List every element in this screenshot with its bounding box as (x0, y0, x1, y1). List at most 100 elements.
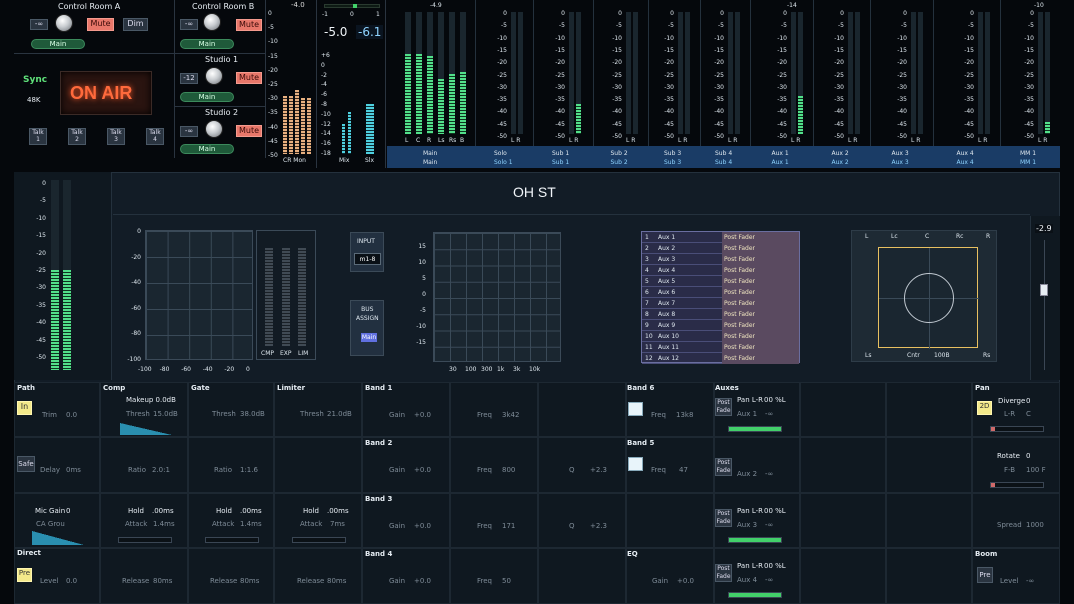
bus-meter-tick: -30 (714, 83, 724, 91)
band-gain-value: +0.0 (414, 411, 431, 419)
aux-post-fade-toggle[interactable]: Post Fade (715, 564, 732, 582)
bus-meter-tick: -35 (834, 96, 844, 104)
fader-handle[interactable] (1040, 284, 1048, 296)
dynamics-x-tick: -100 (138, 366, 152, 373)
control-room-b-main-button[interactable]: Main (180, 39, 234, 49)
aux-send-row[interactable]: 3 Aux 3 Post Fader (642, 254, 799, 265)
bus-meter-tick: -15 (897, 46, 907, 54)
aux-send-row[interactable]: 4 Aux 4 Post Fader (642, 265, 799, 276)
control-room-b-level-button[interactable]: -∞ (180, 19, 198, 30)
control-room-a-knob[interactable] (55, 14, 73, 32)
eq-graph[interactable] (433, 232, 561, 362)
band-q-value: +2.3 (590, 466, 607, 474)
aux-send-value: -∞ (765, 521, 774, 529)
studio-2-main-button[interactable]: Main (180, 144, 234, 154)
cr-mon-tick: -40 (268, 123, 278, 131)
pan-2d-button[interactable]: 2D (977, 401, 992, 415)
aux-send-name: Aux 7 (658, 300, 676, 307)
balance-slider[interactable] (324, 4, 380, 8)
gate-thresh-value: 38.0dB (240, 410, 265, 418)
studio-2-mute-button[interactable]: Mute (236, 125, 262, 137)
channel-meter-right (63, 180, 71, 370)
rotate-slider[interactable] (990, 482, 1044, 488)
aux-send-row[interactable]: 12 Aux 12 Post Fader (642, 353, 799, 364)
rotate-value: 0 (1026, 452, 1031, 460)
studio-1-level-button[interactable]: -12 (180, 73, 198, 84)
auxes-header: Auxes (715, 384, 739, 392)
gate-hold-value: .00ms (240, 507, 262, 515)
band-5-shelf-button[interactable] (628, 457, 643, 471)
limiter-hold-label: Hold (303, 507, 319, 515)
aux-send-row[interactable]: 2 Aux 2 Post Fader (642, 243, 799, 254)
diverge-slider[interactable] (990, 426, 1044, 432)
aux-send-row[interactable]: 9 Aux 9 Post Fader (642, 320, 799, 331)
studio-1-knob[interactable] (205, 67, 223, 85)
pan-label-l: L (865, 233, 869, 240)
mix-slx-top-scale-1: -1 (322, 11, 328, 18)
eq-y-tick: 15 (418, 243, 426, 250)
aux-send-row[interactable]: 1 Aux 1 Post Fader (642, 232, 799, 243)
eq-header: EQ (627, 550, 638, 558)
aux-send-mode: Post Fader (722, 276, 799, 287)
pan-position-circle[interactable] (904, 273, 954, 323)
aux-send-row[interactable]: 11 Aux 11 Post Fader (642, 342, 799, 353)
aux-send-mode: Post Fader (722, 320, 799, 331)
aux-send-row[interactable]: 5 Aux 5 Post Fader (642, 276, 799, 287)
talk-2-button[interactable]: Talk 2 (68, 128, 86, 145)
divider (175, 106, 266, 107)
aux-send-label: Aux 2 (737, 470, 758, 478)
control-room-a-level-button[interactable]: -∞ (30, 19, 48, 30)
studio-1-main-button[interactable]: Main (180, 92, 234, 102)
aux-send-list[interactable]: 1 Aux 1 Post Fader 2 Aux 2 Post Fader 3 Aux 3 Po… (641, 231, 800, 364)
control-room-a-main-button[interactable]: Main (31, 39, 85, 49)
aux-post-fade-toggle[interactable]: Post Fade (715, 509, 732, 527)
studio-1-mute-button[interactable]: Mute (236, 72, 262, 84)
channel-meter-tick: -20 (36, 249, 46, 257)
pan-2d-panel[interactable]: L Lc C Rc R Ls Cntr 100B Rs (851, 230, 997, 362)
comp-ramp (120, 423, 172, 435)
comp-attack-slider[interactable] (118, 537, 172, 543)
bus-meter-tick: -30 (664, 83, 674, 91)
dynamics-graph[interactable] (145, 230, 253, 360)
channel-meter-tick: -30 (36, 284, 46, 292)
bus-meter-bar-left (678, 12, 683, 134)
talk-1-button[interactable]: Talk 1 (29, 128, 47, 145)
studio-2-level-button[interactable]: -∞ (180, 126, 198, 137)
band-q-label: Q (569, 522, 575, 530)
band-6-shelf-button[interactable] (628, 402, 643, 416)
talk-4-button[interactable]: Talk 4 (146, 128, 164, 145)
control-room-a-mute-button[interactable]: Mute (87, 18, 114, 31)
strip-cell (886, 437, 972, 493)
gate-attack-slider[interactable] (205, 537, 259, 543)
limiter-attack-slider[interactable] (292, 537, 346, 543)
bus-meter-tick: -50 (1024, 133, 1034, 140)
aux-post-fade-toggle[interactable]: Post Fade (715, 458, 732, 476)
bus-assign-main-button[interactable]: Main (361, 333, 377, 342)
bus-meter-tick: -45 (555, 120, 565, 128)
aux-send-row[interactable]: 10 Aux 10 Post Fader (642, 331, 799, 342)
boom-level-label: Level (1000, 577, 1019, 585)
boom-pre-button[interactable]: Pre (977, 567, 993, 583)
talk-3-button[interactable]: Talk 3 (107, 128, 125, 145)
bus-meter-label: Sub 3 (664, 150, 682, 157)
aux-post-fade-toggle[interactable]: Post Fade (715, 398, 732, 416)
control-room-b-mute-button[interactable]: Mute (236, 19, 262, 31)
aux-send-row[interactable]: 7 Aux 7 Post Fader (642, 298, 799, 309)
safe-button[interactable]: Safe (17, 456, 35, 472)
path-in-button[interactable]: In (17, 401, 32, 415)
bus-meter-divider (533, 0, 534, 146)
control-room-a-dim-button[interactable]: Dim (123, 18, 148, 31)
control-room-b-knob[interactable] (203, 13, 221, 31)
bus-meter-tick: -50 (612, 133, 622, 140)
bus-meter-divider (700, 0, 701, 146)
input-select[interactable]: m1-8 (354, 253, 381, 265)
mic-gain-label: Mic Gain (35, 507, 66, 515)
aux-send-row[interactable]: 8 Aux 8 Post Fader (642, 309, 799, 320)
pan-field[interactable] (878, 247, 979, 349)
exp-label: EXP (280, 350, 292, 357)
bus-meter-bar-right (855, 12, 860, 134)
direct-pre-button[interactable]: Pre (17, 568, 32, 582)
studio-2-knob[interactable] (205, 120, 223, 138)
pan-label-rc: Rc (956, 233, 964, 240)
aux-send-row[interactable]: 6 Aux 6 Post Fader (642, 287, 799, 298)
